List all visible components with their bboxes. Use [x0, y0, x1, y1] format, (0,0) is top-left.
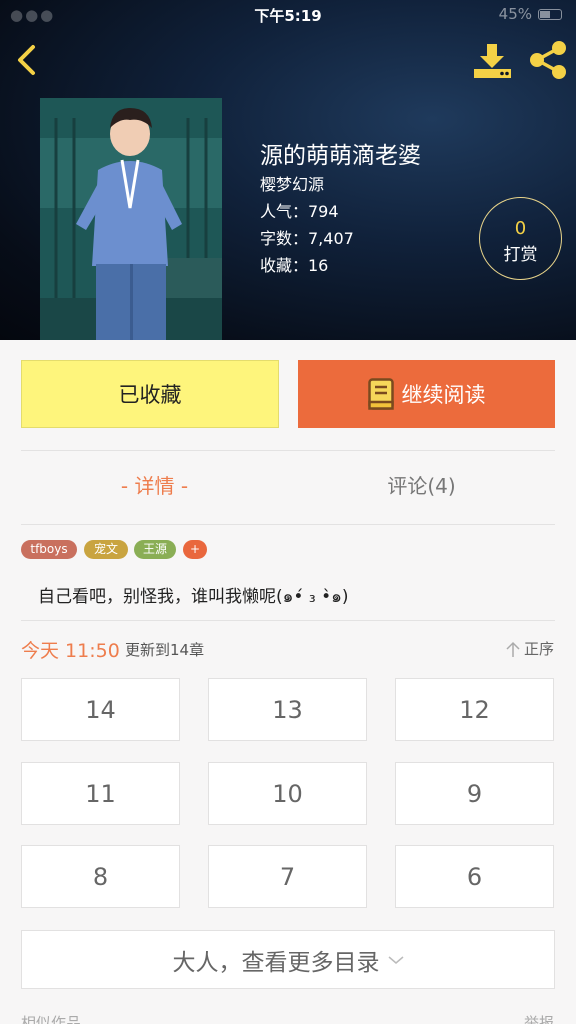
popularity-stat: 人气：794 [260, 202, 339, 221]
tab-comments[interactable]: 评论(4) [288, 470, 555, 499]
favorites-stat: 收藏：16 [260, 256, 329, 275]
up-arrow-icon [506, 641, 520, 657]
back-arrow-icon [18, 45, 35, 75]
chapter-button[interactable]: 9 [395, 762, 554, 825]
more-chapters-label: 大人，查看更多目录 [172, 949, 380, 976]
tip-count: 0 [514, 218, 527, 239]
battery-icon [538, 8, 562, 20]
battery-percent: 45% [498, 5, 532, 23]
tip-label: 打赏 [503, 245, 538, 265]
update-info: 更新到14章 [125, 641, 205, 659]
continue-reading-label: 继续阅读 [401, 383, 486, 407]
tip-button[interactable]: 0 打赏 [479, 197, 562, 280]
update-time: 今天 11:50 [21, 640, 120, 662]
chapter-button[interactable]: 7 [208, 845, 367, 908]
tag-pet[interactable]: 宠文 [84, 540, 128, 559]
chapter-button[interactable]: 13 [208, 678, 367, 741]
sort-label: 正序 [523, 640, 554, 658]
clock: 下午5:19 [254, 7, 322, 25]
continue-reading-button[interactable]: 继续阅读 [298, 360, 555, 428]
tag-tfboys[interactable]: tfboys [21, 540, 77, 559]
book-title: 源的萌萌滴老婆 [260, 143, 421, 169]
similar-works-heading: 相似作品 [21, 1014, 82, 1024]
favorited-button[interactable]: 已收藏 [21, 360, 279, 428]
divider [21, 524, 555, 525]
book-description: 自己看吧，别怪我，谁叫我懒呢(๑•́ ₃ •̀๑) [38, 587, 349, 607]
chapter-button[interactable]: 10 [208, 762, 367, 825]
chevron-down-icon [388, 955, 403, 964]
word-count-stat: 字数：7,407 [260, 229, 354, 248]
chapter-button[interactable]: 14 [21, 678, 180, 741]
share-icon [530, 41, 566, 79]
cover-illustration [40, 98, 222, 340]
more-chapters-button[interactable]: 大人，查看更多目录 [21, 930, 555, 989]
sort-toggle[interactable]: 正序 [506, 638, 554, 659]
status-bar: ●●● 下午5:19 45% [0, 0, 576, 30]
add-tag-button[interactable]: + [183, 540, 207, 559]
battery-indicator: 45% [499, 5, 562, 23]
book-icon [367, 378, 394, 410]
divider [21, 450, 555, 451]
share-button[interactable] [526, 40, 570, 80]
tab-detail[interactable]: - 详情 - [21, 470, 288, 499]
back-button[interactable] [8, 40, 48, 80]
author-name[interactable]: 樱梦幻源 [260, 171, 324, 195]
tag-wangyuan[interactable]: 王源 [134, 540, 176, 559]
book-cover[interactable] [40, 98, 222, 340]
chapter-button[interactable]: 11 [21, 762, 180, 825]
chapter-button[interactable]: 6 [395, 845, 554, 908]
download-button[interactable] [472, 42, 514, 80]
report-link[interactable]: 举报 [524, 1012, 554, 1024]
book-header: ●●● 下午5:19 45% 源的萌萌滴老婆 樱梦幻源 人气：794 字数：7,… [0, 0, 576, 340]
divider [21, 620, 555, 621]
favorited-label: 已收藏 [118, 383, 182, 407]
download-icon [474, 44, 511, 78]
chapter-button[interactable]: 12 [395, 678, 554, 741]
chapter-button[interactable]: 8 [21, 845, 180, 908]
